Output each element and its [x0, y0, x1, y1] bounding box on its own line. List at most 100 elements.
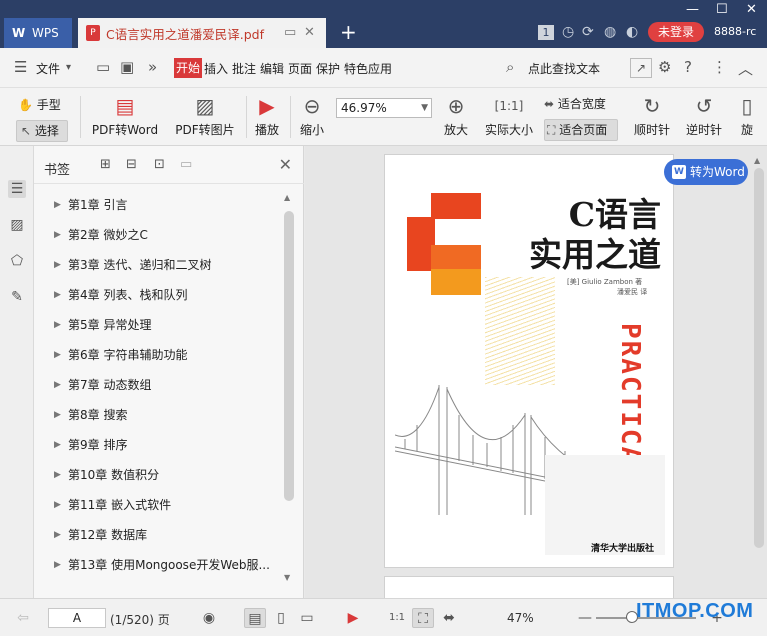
bookmark-item[interactable]: ▶ 第4章 列表、栈和队列	[48, 280, 280, 310]
close-window-icon[interactable]: ✕	[746, 2, 757, 17]
search-icon[interactable]: ⌕	[506, 58, 514, 76]
two-page-view-icon[interactable]: ▭	[296, 608, 318, 628]
select-tool-button[interactable]: ↖ 选择	[16, 120, 68, 142]
window-count-badge[interactable]: 1	[538, 25, 554, 40]
menu-start[interactable]: 开始	[174, 58, 202, 78]
expand-caret-icon[interactable]: ▶	[54, 550, 61, 580]
help-icon[interactable]: ?	[684, 58, 692, 76]
bookmark-item[interactable]: ▶ 第6章 字符串辅助功能	[48, 340, 280, 370]
save-icon[interactable]: ▣	[120, 58, 134, 76]
pdf-page-cover[interactable]: C语言 实用之道 [美] Giulio Zambon 著 潘爱民 译 PRACT…	[384, 154, 674, 568]
expand-caret-icon[interactable]: ▶	[54, 220, 61, 250]
zoom-select[interactable]: 46.97% ▼	[336, 98, 432, 118]
play-button[interactable]: ▶ 播放	[252, 94, 282, 138]
actual-size-icon[interactable]: 1:1	[386, 608, 408, 628]
fit-page-icon[interactable]: ⛶	[412, 608, 434, 628]
pdf-page-next[interactable]	[384, 576, 674, 598]
fit-page-button[interactable]: ⛶ 适合页面	[544, 119, 618, 141]
expand-caret-icon[interactable]: ▶	[54, 490, 61, 520]
single-page-view-icon[interactable]: ▤	[244, 608, 266, 628]
pdf-to-image-button[interactable]: ▨ PDF转图片	[172, 94, 238, 138]
menu-features[interactable]: 特色应用	[344, 60, 392, 77]
menu-icon[interactable]: ☰	[14, 58, 27, 76]
expand-caret-icon[interactable]: ▶	[54, 370, 61, 400]
maximize-icon[interactable]: ☐	[716, 2, 728, 17]
expand-caret-icon[interactable]: ▶	[54, 340, 61, 370]
convert-to-word-button[interactable]: W 转为Word	[664, 159, 748, 185]
bookmark-item[interactable]: ▶ 第3章 迭代、递归和二叉树	[48, 250, 280, 280]
more-icon[interactable]: ⋮	[712, 58, 727, 76]
bookmark-item[interactable]: ▶ 第13章 使用Mongoose开发Web服...	[48, 550, 280, 580]
menu-edit[interactable]: 编辑	[260, 60, 284, 77]
zoom-in-button[interactable]: ⊕ 放大	[440, 94, 472, 138]
bookmark-scrollbar[interactable]: ▲ ▼	[282, 191, 294, 585]
document-scrollbar[interactable]: ▲	[751, 154, 765, 594]
bookmark-item[interactable]: ▶ 第11章 嵌入式软件	[48, 490, 280, 520]
bookmark-item[interactable]: ▶ 第12章 数据库	[48, 520, 280, 550]
actual-size-button[interactable]: [1:1] 实际大小	[482, 94, 536, 138]
bookmark-item[interactable]: ▶ 第9章 排序	[48, 430, 280, 460]
rotate-clockwise-button[interactable]: ↻ 顺时针	[632, 94, 672, 138]
thumbnail-icon[interactable]: ▨	[8, 216, 26, 234]
prev-page-icon[interactable]: ⇦	[12, 608, 34, 628]
wps-home-tab[interactable]: W WPS	[4, 18, 72, 48]
expand-caret-icon[interactable]: ▶	[54, 400, 61, 430]
scroll-up-icon[interactable]: ▲	[754, 156, 760, 165]
rotate-counterclockwise-button[interactable]: ↺ 逆时针	[684, 94, 724, 138]
collapse-all-icon[interactable]: ⊟	[126, 157, 137, 172]
play-icon[interactable]: ▶	[342, 608, 364, 628]
bookmark-item[interactable]: ▶ 第10章 数值积分	[48, 460, 280, 490]
document-tab[interactable]: P C语言实用之道潘爱民译.pdf ▭ ✕	[78, 18, 326, 48]
sync-icon[interactable]: ⟳	[582, 24, 594, 40]
menu-comment[interactable]: 批注	[232, 60, 256, 77]
screen-icon[interactable]: ▭	[284, 25, 296, 40]
expand-all-icon[interactable]: ⊞	[100, 157, 111, 172]
bookmark-item[interactable]: ▶ 第7章 动态数组	[48, 370, 280, 400]
fit-width-icon[interactable]: ⬌	[438, 608, 460, 628]
new-tab-icon[interactable]: +	[340, 20, 357, 44]
menu-insert[interactable]: 插入	[204, 60, 228, 77]
page-number-input[interactable]: A	[48, 608, 106, 628]
chevron-down-icon[interactable]: ▾	[66, 62, 71, 73]
zoom-out-icon[interactable]: —	[574, 608, 596, 628]
more-arrows-icon[interactable]: »	[148, 58, 157, 76]
gear-icon[interactable]: ⚙	[658, 58, 671, 76]
find-text-search[interactable]: 点此查找文本	[528, 60, 600, 77]
theme-icon[interactable]: ◐	[626, 24, 638, 40]
close-icon[interactable]: ✕	[279, 155, 292, 174]
skin-icon[interactable]: ◍	[604, 24, 616, 40]
hand-tool-button[interactable]: ✋ 手型	[18, 96, 68, 116]
bookmark-item[interactable]: ▶ 第1章 引言	[48, 190, 280, 220]
history-icon[interactable]: ◷	[562, 24, 574, 40]
rotate-more-button[interactable]: ▯ 旋	[738, 94, 756, 138]
bookmark-item[interactable]: ▶ 第5章 异常处理	[48, 310, 280, 340]
attachment-icon[interactable]: ⬠	[8, 252, 26, 270]
scroll-thumb[interactable]	[284, 211, 294, 501]
add-bookmark-icon[interactable]: ⊡	[154, 157, 165, 172]
delete-bookmark-icon[interactable]: ▭	[180, 157, 192, 172]
minimize-icon[interactable]: —	[686, 2, 699, 17]
close-tab-icon[interactable]: ✕	[304, 25, 315, 40]
open-folder-icon[interactable]: ▭	[96, 58, 110, 76]
scroll-down-icon[interactable]: ▼	[284, 573, 290, 582]
expand-caret-icon[interactable]: ▶	[54, 280, 61, 310]
fit-width-button[interactable]: ⬌ 适合宽度	[544, 94, 618, 114]
bookmark-item[interactable]: ▶ 第8章 搜索	[48, 400, 280, 430]
continuous-view-icon[interactable]: ▯	[270, 608, 292, 628]
login-button[interactable]: 未登录	[648, 22, 704, 42]
bookmark-item[interactable]: ▶ 第2章 微妙之C	[48, 220, 280, 250]
signature-icon[interactable]: ✎	[8, 288, 26, 306]
scroll-thumb[interactable]	[754, 168, 764, 548]
bookmark-panel-icon[interactable]: ☰	[8, 180, 26, 198]
expand-caret-icon[interactable]: ▶	[54, 250, 61, 280]
expand-caret-icon[interactable]: ▶	[54, 310, 61, 340]
pdf-to-word-button[interactable]: ▤ PDF转Word	[88, 94, 162, 138]
menu-protect[interactable]: 保护	[316, 60, 340, 77]
share-icon[interactable]: ↗	[630, 58, 652, 78]
collapse-ribbon-icon[interactable]: ︿	[738, 58, 753, 79]
scroll-up-icon[interactable]: ▲	[284, 193, 290, 202]
file-menu[interactable]: 文件	[36, 60, 60, 77]
eye-icon[interactable]: ◉	[198, 608, 220, 628]
expand-caret-icon[interactable]: ▶	[54, 430, 61, 460]
menu-page[interactable]: 页面	[288, 60, 312, 77]
